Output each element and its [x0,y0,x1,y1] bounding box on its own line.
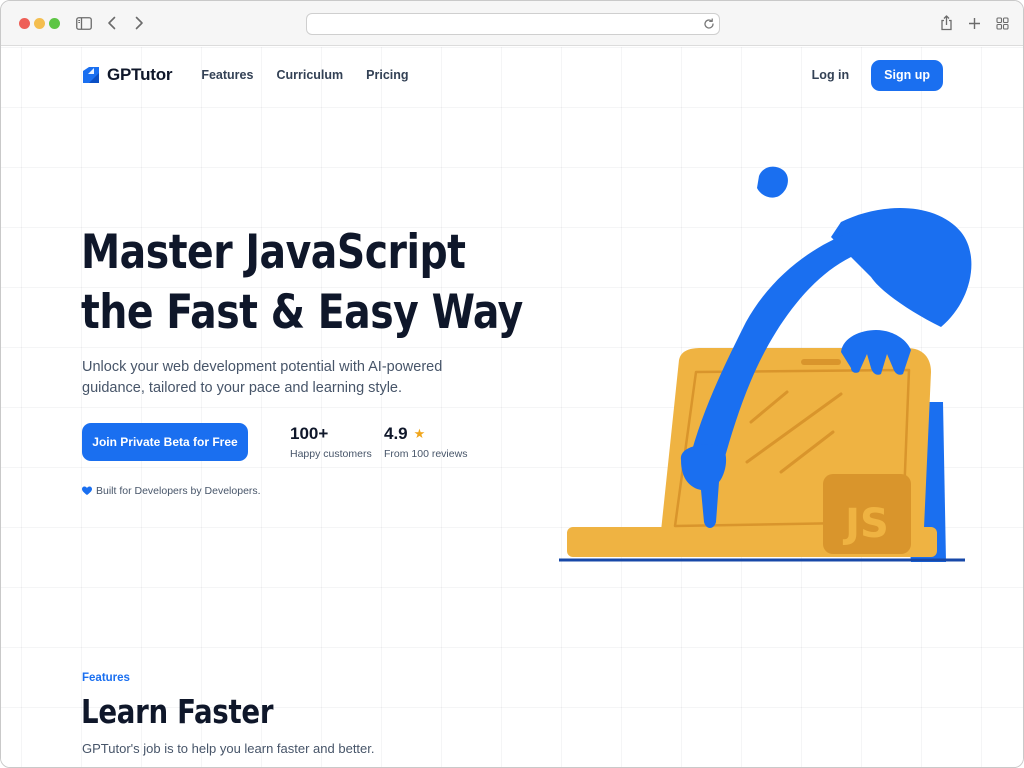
logo-icon [83,67,99,83]
nav-link-features[interactable]: Features [201,68,253,82]
hero-title-line-2: the Fast & Easy Way [81,285,523,340]
nav-link-pricing[interactable]: Pricing [366,68,408,82]
sidebar-icon[interactable] [74,13,94,33]
figure-hand-top [841,330,911,375]
address-bar[interactable] [306,13,720,35]
built-for-tagline: Built for Developers by Developers. [82,485,261,497]
stat-label: From 100 reviews [384,448,468,460]
close-window-button[interactable] [19,18,30,29]
reload-icon[interactable] [703,17,717,31]
join-beta-button[interactable]: Join Private Beta for Free [82,423,248,461]
browser-toolbar [1,1,1023,46]
auth-actions: Log in Sign up [812,59,943,91]
minimize-window-button[interactable] [34,18,45,29]
tab-overview-icon[interactable] [994,13,1010,33]
stat-rating: 4.9 ★ From 100 reviews [384,424,467,460]
forward-icon[interactable] [131,13,147,33]
stat-value: 4.9 ★ [384,424,426,443]
stat-label: Happy customers [290,448,372,460]
hero-subtitle: Unlock your web development potential wi… [82,359,443,396]
new-tab-icon[interactable] [966,13,982,33]
nav-link-curriculum[interactable]: Curriculum [276,68,343,82]
features-title: Learn Faster [81,692,274,731]
brand-name: GPTutor [107,65,173,84]
built-for-text: Built for Developers by Developers. [96,485,261,497]
main-nav: Features Curriculum Pricing [201,68,408,82]
web-page: GPTutor Features Curriculum Pricing Log … [1,47,1023,767]
share-icon[interactable] [938,13,954,33]
back-icon[interactable] [103,13,119,33]
figure-head [757,166,788,198]
browser-window: GPTutor Features Curriculum Pricing Log … [0,0,1024,768]
hero-illustration: JS [559,166,972,562]
features-subtitle: GPTutor's job is to help you learn faste… [82,741,375,756]
maximize-window-button[interactable] [49,18,60,29]
stat-value: 100+ [290,424,329,443]
hero-title-line-1: Master JavaScript [81,225,466,280]
js-badge-text: JS [842,501,889,547]
site-header: GPTutor Features Curriculum Pricing Log … [81,59,943,91]
signup-button[interactable]: Sign up [871,59,943,91]
heart-icon [82,486,92,495]
star-icon: ★ [413,426,426,441]
login-link[interactable]: Log in [812,68,850,82]
figure-body [831,208,972,327]
features-eyebrow: Features [82,672,130,684]
hero-title: Master JavaScript the Fast & Easy Way [81,223,523,343]
brand-logo[interactable]: GPTutor [81,65,173,85]
stat-customers: 100+ Happy customers [290,424,372,460]
